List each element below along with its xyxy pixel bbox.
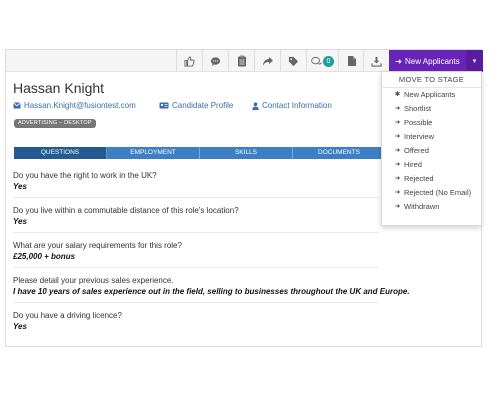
menu-item-label: New Applicants	[404, 90, 456, 99]
menu-header: MOVE TO STAGE	[382, 72, 481, 88]
menu-item-withdrawn[interactable]: ➜ Withdrawn	[382, 200, 481, 214]
answer-text: £25,000 + bonus	[13, 252, 76, 261]
job-tag: ADVERTISING – DESKTOP	[14, 119, 96, 128]
question-item: Please detail your previous sales experi…	[13, 268, 410, 303]
question-text: What are your salary requirements for th…	[13, 241, 182, 250]
arrow-right-icon: ➜	[394, 105, 401, 112]
envelope-icon	[13, 102, 21, 109]
candidate-tabs: QUESTIONS EMPLOYMENT SKILLS DOCUMENTS	[14, 147, 386, 159]
clipboard-icon	[237, 55, 246, 67]
toolbar: 0 ➜ New Applicants ▾	[6, 50, 483, 72]
menu-item-label: Withdrawn	[404, 202, 440, 211]
arrow-right-icon: ➜	[394, 175, 401, 182]
menu-item-rejected-no-email[interactable]: ➜ Rejected (No Email)	[382, 186, 481, 200]
candidate-profile-link[interactable]: Candidate Profile	[159, 101, 233, 110]
asterisk-icon: ✱	[394, 91, 401, 98]
menu-item-interview[interactable]: ➜ Interview	[382, 130, 481, 144]
arrow-right-icon: ➜	[394, 203, 401, 210]
stage-dropdown-toggle[interactable]: ▾	[466, 50, 483, 72]
menu-item-label: Offered	[404, 146, 429, 155]
caret-down-icon: ▾	[472, 58, 477, 65]
arrow-right-icon: ➜	[394, 133, 401, 140]
tag-icon	[288, 56, 299, 66]
like-button[interactable]	[176, 50, 202, 72]
question-item: Do you have a driving licence? Yes	[13, 303, 379, 338]
comment-button[interactable]	[202, 50, 228, 72]
menu-item-label: Rejected	[404, 174, 434, 183]
answer-text: I have 10 years of sales experience out …	[13, 287, 410, 296]
candidate-email: Hassan.Knight@fusiontest.com	[24, 101, 136, 110]
answer-text: Yes	[13, 182, 27, 191]
thumbs-up-icon	[184, 55, 195, 67]
menu-item-label: Hired	[404, 160, 422, 169]
tab-skills[interactable]: SKILLS	[200, 147, 293, 159]
contact-information-link[interactable]: Contact Information	[252, 101, 332, 110]
menu-item-label: Rejected (No Email)	[404, 188, 472, 197]
share-icon	[262, 56, 273, 66]
answer-text: Yes	[13, 217, 27, 226]
tab-employment[interactable]: EMPLOYMENT	[107, 147, 200, 159]
menu-item-possible[interactable]: ➜ Possible	[382, 116, 481, 130]
tab-documents[interactable]: DOCUMENTS	[293, 147, 386, 159]
id-card-icon	[159, 102, 169, 109]
menu-item-shortlist[interactable]: ➜ Shortlist	[382, 102, 481, 116]
question-text: Do you live within a commutable distance…	[13, 206, 239, 215]
move-arrow-icon: ➜	[395, 56, 402, 66]
question-item: Do you live within a commutable distance…	[13, 198, 379, 233]
question-text: Please detail your previous sales experi…	[13, 276, 174, 285]
menu-item-label: Interview	[404, 132, 435, 141]
menu-item-label: Possible	[404, 118, 433, 127]
candidate-name: Hassan Knight	[13, 80, 105, 96]
document-button[interactable]	[338, 50, 364, 72]
answer-text: Yes	[13, 322, 27, 331]
menu-item-offered[interactable]: ➜ Offered	[382, 144, 481, 158]
arrow-right-icon: ➜	[394, 119, 401, 126]
menu-item-hired[interactable]: ➜ Hired	[382, 158, 481, 172]
candidate-email-link[interactable]: Hassan.Knight@fusiontest.com	[13, 101, 136, 110]
comment-count-badge: 0	[323, 55, 334, 67]
menu-item-new-applicants[interactable]: ✱ New Applicants	[382, 88, 481, 102]
comments-icon	[311, 56, 322, 64]
question-text: Do you have a driving licence?	[13, 311, 122, 320]
download-icon	[371, 56, 382, 67]
questions-list: Do you have the right to work in the UK?…	[13, 163, 410, 338]
arrow-right-icon: ➜	[394, 189, 401, 196]
arrow-right-icon: ➜	[394, 147, 401, 154]
question-item: What are your salary requirements for th…	[13, 233, 379, 268]
share-button[interactable]	[254, 50, 280, 72]
notes-button[interactable]	[228, 50, 254, 72]
tag-button[interactable]	[280, 50, 306, 72]
document-icon	[347, 56, 356, 66]
stage-button-label: New Applicants	[405, 56, 460, 66]
move-to-stage-menu: MOVE TO STAGE ✱ New Applicants ➜ Shortli…	[381, 71, 482, 226]
comment-icon	[210, 56, 221, 66]
comments-count-button[interactable]: 0	[306, 50, 338, 72]
candidate-profile-label: Candidate Profile	[172, 101, 234, 110]
menu-item-rejected[interactable]: ➜ Rejected	[382, 172, 481, 186]
contact-information-label: Contact Information	[262, 101, 332, 110]
download-button[interactable]	[363, 50, 389, 72]
move-stage-button[interactable]: ➜ New Applicants	[389, 50, 466, 72]
user-icon	[252, 101, 259, 110]
tab-questions[interactable]: QUESTIONS	[14, 147, 107, 159]
question-item: Do you have the right to work in the UK?…	[13, 163, 379, 198]
menu-item-label: Shortlist	[404, 104, 432, 113]
question-text: Do you have the right to work in the UK?	[13, 171, 157, 180]
arrow-right-icon: ➜	[394, 161, 401, 168]
